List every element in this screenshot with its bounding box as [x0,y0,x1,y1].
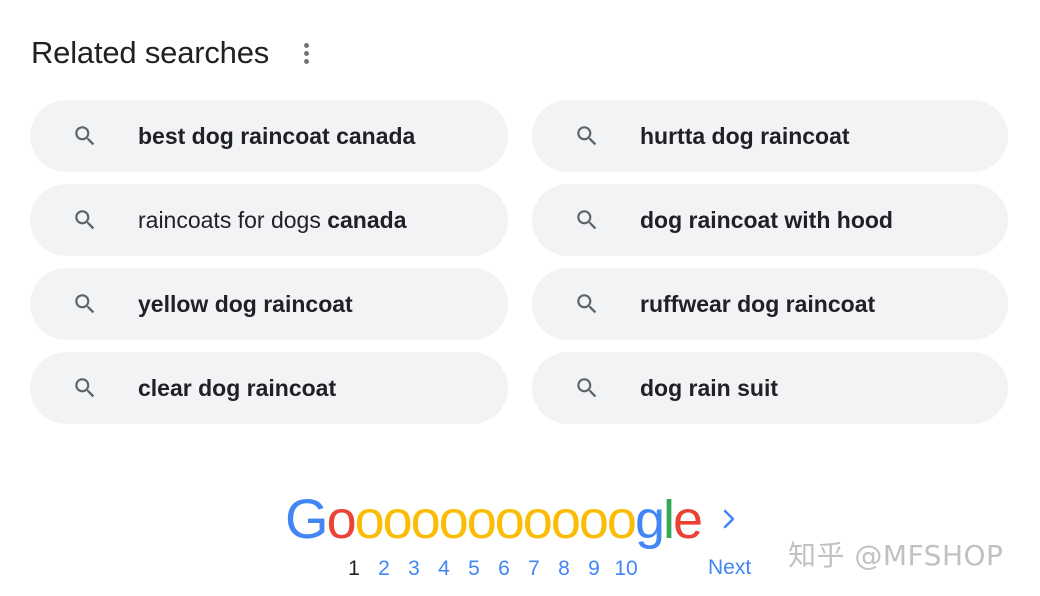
next-page-link[interactable]: Next [708,556,751,580]
page-number-link[interactable]: 3 [399,557,429,581]
logo-letter-e: e [672,490,703,550]
page-number-link[interactable]: 2 [369,557,399,581]
logo-letter-o-red: o [326,490,357,550]
search-icon [75,294,95,314]
related-search-label: yellow dog raincoat [138,291,353,318]
search-icon [577,294,597,314]
related-search-label: dog rain suit [640,375,778,402]
related-search-bold-text: dog raincoat with hood [640,206,893,233]
search-icon [577,126,597,146]
related-search-chip[interactable]: yellow dog raincoat [30,268,508,340]
page-number-link[interactable]: 10 [609,557,643,581]
menu-dot [303,42,309,48]
related-search-chip[interactable]: dog rain suit [532,352,1008,424]
watermark-text: 知乎 @MFSHOP [788,539,1004,572]
logo-letter-G: G [285,487,329,550]
related-search-bold-text: yellow dog raincoat [138,290,353,317]
related-search-label: dog raincoat with hood [640,207,893,234]
related-search-bold-text: canada [327,206,407,233]
related-search-chip[interactable]: raincoats for dogs canada [30,184,508,256]
page-number-link[interactable]: 8 [549,557,579,581]
search-icon [75,210,95,230]
page-number-current: 1 [348,557,360,580]
related-search-bold-text: ruffwear dog raincoat [640,290,876,317]
related-search-chip[interactable]: dog raincoat with hood [532,184,1008,256]
page-number-link[interactable]: 5 [459,557,489,581]
related-search-chip[interactable]: hurtta dog raincoat [532,100,1008,172]
related-search-label: clear dog raincoat [138,375,336,402]
goooogle-logo: Gooooooooooogle [285,486,703,553]
related-search-chip[interactable]: best dog raincoat canada [30,100,508,172]
related-search-bold-text: hurtta dog raincoat [640,122,850,149]
related-search-label: hurtta dog raincoat [640,123,850,150]
related-searches-title: Related searches [31,35,270,70]
search-icon [75,126,95,146]
pagination: Gooooooooooogle 1 2 3 4 5 6 7 8 9 10 Nex… [285,486,765,586]
logo-letter-g: g [634,490,665,550]
related-search-label: best dog raincoat canada [138,123,415,150]
related-searches-header: Related searches [31,30,317,76]
page-number-link[interactable]: 4 [429,557,459,581]
logo-letters-o-yellow: oooooooooo [354,490,637,550]
search-icon [75,378,95,398]
related-search-regular-text: raincoats for dogs [138,206,328,233]
page-number-link[interactable]: 7 [519,557,549,581]
related-search-chip[interactable]: ruffwear dog raincoat [532,268,1008,340]
related-search-bold-text: best dog raincoat canada [138,122,416,149]
search-icon [577,210,597,230]
chevron-right-icon[interactable] [718,506,740,532]
search-icon [577,378,597,398]
related-search-label: raincoats for dogs canada [138,207,406,234]
related-search-chip[interactable]: clear dog raincoat [30,352,508,424]
logo-letter-l: l [662,490,675,550]
related-search-label: ruffwear dog raincoat [640,291,875,318]
related-search-bold-text: dog rain suit [640,374,778,401]
page-number-link[interactable]: 6 [489,557,519,581]
menu-dot [303,58,309,64]
more-vert-icon[interactable] [295,36,317,70]
page-number-link[interactable]: 9 [579,557,609,581]
related-search-bold-text: clear dog raincoat [138,374,337,401]
related-searches-list: best dog raincoat canada hurtta dog rain… [30,100,1008,424]
menu-dot [303,50,309,56]
page-number-list: 1 2 3 4 5 6 7 8 9 10 [339,556,643,582]
